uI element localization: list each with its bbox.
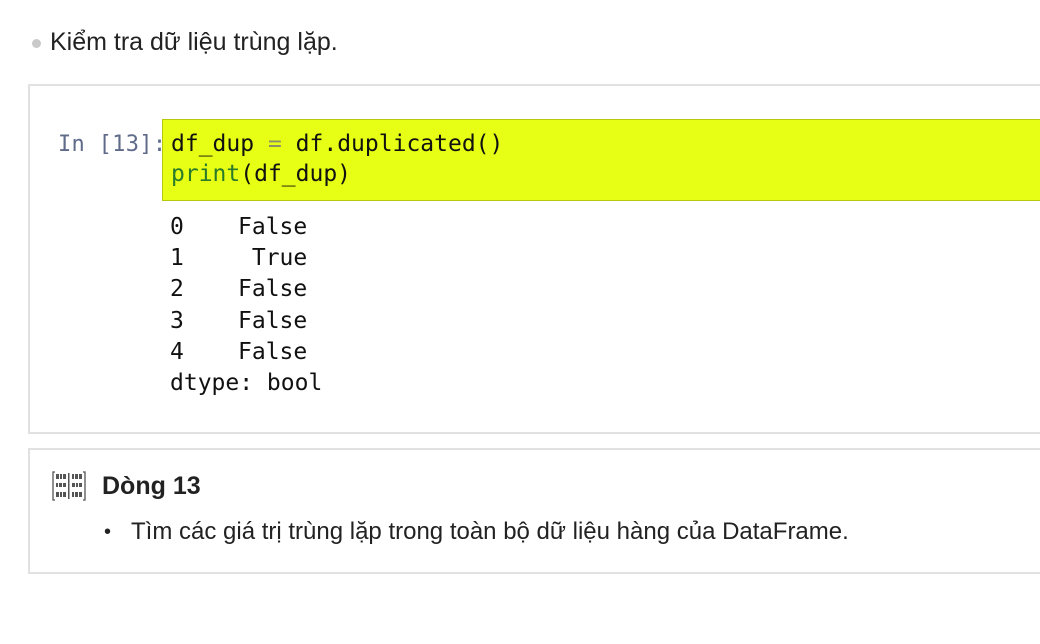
code-args: (df_dup) [240, 161, 352, 187]
code-expression: df.duplicated() [295, 131, 504, 157]
output-row: 4 False [170, 339, 322, 370]
explanation-item: • Tìm các giá trị trùng lặp trong toàn b… [104, 518, 849, 546]
code-var: df_dup [171, 131, 255, 157]
cell-output: 0 False 1 True 2 False 3 False 4 False d… [170, 214, 322, 401]
bullet-dot [32, 39, 41, 48]
output-row: 1 True [170, 245, 322, 276]
output-row: 0 False [170, 214, 322, 245]
output-dtype: dtype: bool [170, 369, 323, 396]
explanation-title: Dòng 13 [102, 472, 201, 500]
code-operator: = [267, 131, 282, 157]
output-value: True [238, 245, 308, 272]
output-row: 2 False [170, 276, 322, 307]
output-index: 3 [170, 307, 184, 334]
output-value: False [238, 338, 308, 365]
section-heading-text: Kiểm tra dữ liệu trùng lặp. [50, 28, 338, 56]
output-value: False [238, 307, 308, 334]
cell-prompt: In [13]: [58, 132, 167, 157]
output-index: 4 [170, 338, 184, 365]
output-index: 0 [170, 214, 184, 240]
binary-code-icon [52, 471, 86, 501]
output-row: 3 False [170, 308, 322, 339]
explanation-item-text: Tìm các giá trị trùng lặp trong toàn bộ … [131, 518, 849, 545]
output-value: False [238, 276, 308, 303]
section-heading: Kiểm tra dữ liệu trùng lặp. [32, 28, 338, 57]
code-input-area[interactable]: df_dup = df.duplicated() print(df_dup) [162, 119, 1040, 201]
output-index: 2 [170, 276, 184, 303]
code-line-2: print(df_dup) [171, 161, 351, 187]
output-index: 1 [170, 245, 184, 272]
explanation-panel [28, 448, 1040, 574]
list-bullet: • [104, 520, 112, 543]
code-line-1: df_dup = df.duplicated() [171, 131, 503, 157]
code-builtin: print [171, 161, 241, 187]
output-value: False [238, 214, 308, 240]
